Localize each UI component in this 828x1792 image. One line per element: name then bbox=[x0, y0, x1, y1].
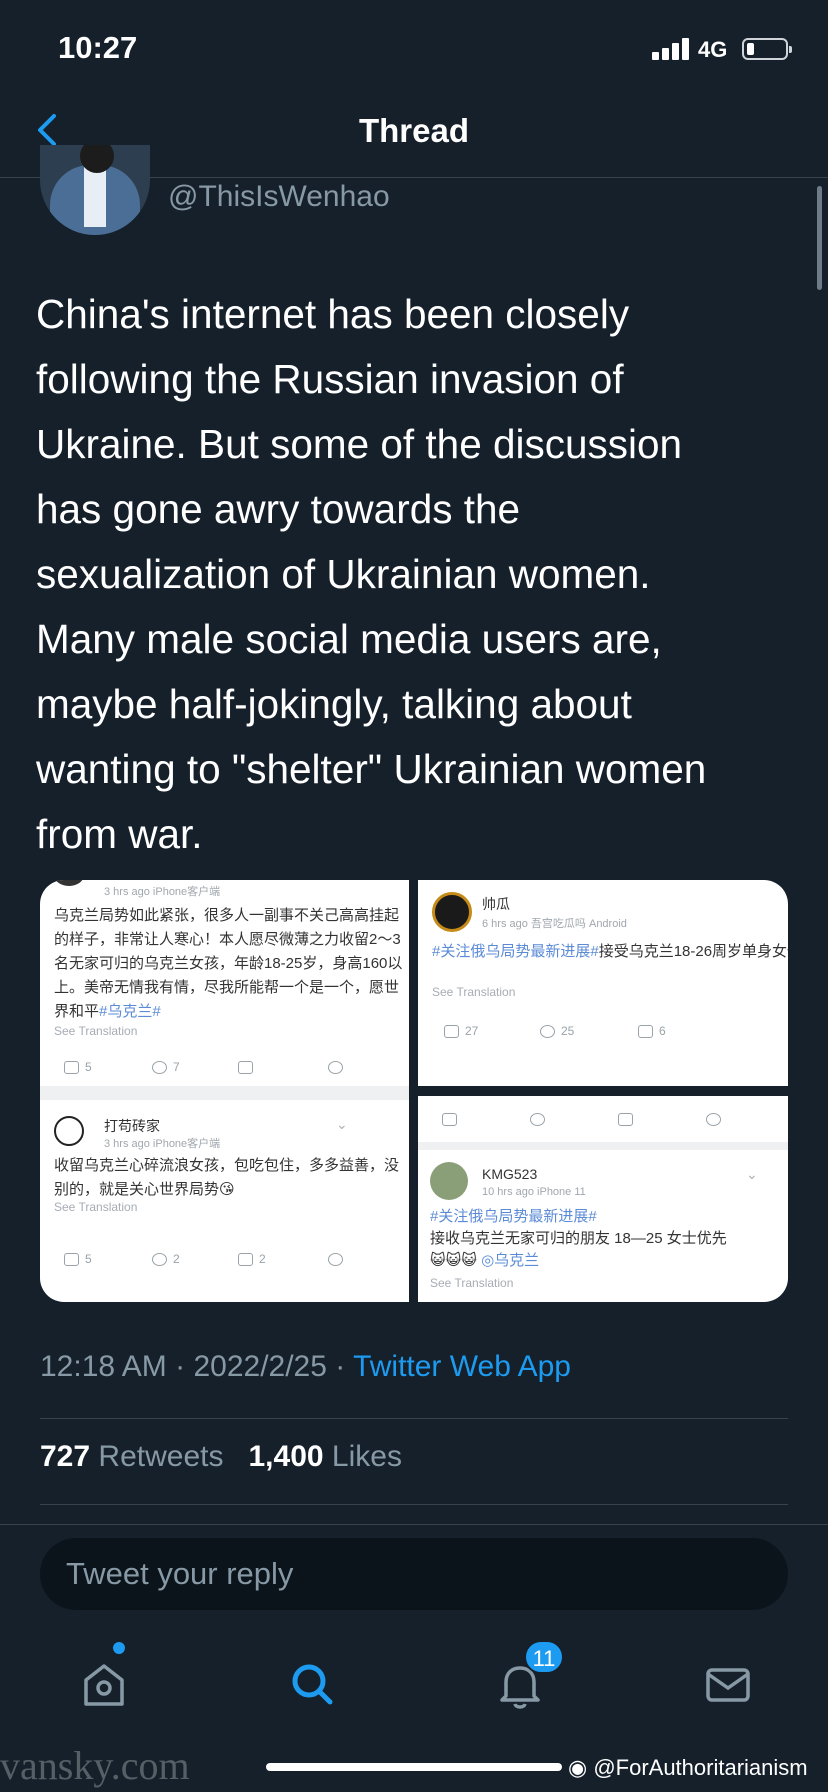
tab-home[interactable] bbox=[72, 1652, 136, 1716]
comment-icon bbox=[540, 1025, 555, 1039]
tab-search[interactable] bbox=[280, 1652, 344, 1716]
thumb-up-icon bbox=[64, 1253, 79, 1267]
watermark-right: ◉ @ForAuthoritarianism bbox=[568, 1755, 808, 1780]
divider bbox=[40, 1418, 788, 1419]
weibo-actions: 27 25 6 bbox=[418, 1024, 788, 1048]
share-icon bbox=[328, 1060, 349, 1075]
comment-count: 2 bbox=[152, 1252, 180, 1267]
author-handle[interactable]: @ThisIsWenhao bbox=[168, 180, 390, 214]
chevron-down-icon: ⌄ bbox=[336, 1116, 348, 1132]
media-image-2[interactable]: 帅瓜 6 hrs ago 吾宫吃瓜吗 Android #关注俄乌局势最新进展#接… bbox=[418, 880, 788, 1086]
tweet-time: 12:18 AM bbox=[40, 1350, 167, 1383]
weibo-username: KMG523 bbox=[482, 1166, 538, 1182]
like-count: 5 bbox=[64, 1060, 92, 1075]
like-count: 5 bbox=[64, 1252, 92, 1267]
weibo-avatar bbox=[430, 1162, 468, 1200]
comment-icon bbox=[530, 1112, 551, 1127]
likes-stat[interactable]: 1,400 Likes bbox=[248, 1440, 401, 1473]
media-image-3[interactable]: 打苟砖家 ⌄ 3 hrs ago iPhone客户端 收留乌克兰心碎流浪女孩，包… bbox=[40, 1100, 409, 1302]
weibo-avatar bbox=[54, 880, 84, 886]
thumb-up-icon bbox=[442, 1112, 463, 1127]
scrollbar[interactable] bbox=[817, 186, 822, 290]
tab-messages[interactable] bbox=[696, 1652, 760, 1716]
weibo-actions: 5 7 bbox=[40, 1060, 409, 1084]
tweet-media-grid[interactable]: 3 hrs ago iPhone客户端 乌克兰局势如此紧张，很多人一副事不关己高… bbox=[40, 880, 788, 1302]
tweet-text: China's internet has been closely follow… bbox=[36, 291, 707, 857]
signal-icon bbox=[652, 38, 692, 60]
reply-input[interactable]: Tweet your reply bbox=[40, 1538, 788, 1610]
share-icon bbox=[328, 1252, 349, 1267]
weibo-text: #关注俄乌局势最新进展#接受乌克兰18-26周岁单身女性 bbox=[432, 943, 788, 960]
weibo-meta: 10 hrs ago iPhone 11 bbox=[482, 1186, 586, 1198]
thumb-up-icon bbox=[444, 1025, 459, 1039]
like-count: 27 bbox=[444, 1024, 478, 1039]
weibo-username: 打苟砖家 bbox=[104, 1118, 160, 1134]
media-image-1[interactable]: 3 hrs ago iPhone客户端 乌克兰局势如此紧张，很多人一副事不关己高… bbox=[40, 880, 409, 1098]
home-icon bbox=[84, 1664, 124, 1706]
tweet-source-link[interactable]: Twitter Web App bbox=[353, 1350, 571, 1383]
weibo-avatar bbox=[432, 892, 472, 932]
meta-separator: · bbox=[335, 1350, 346, 1383]
status-bar: 10:27 4G bbox=[0, 0, 828, 98]
avatar[interactable] bbox=[40, 145, 150, 235]
comment-count: 7 bbox=[152, 1060, 180, 1075]
battery-icon bbox=[742, 38, 792, 60]
tweet-stats: 727 Retweets 1,400 Likes bbox=[40, 1440, 402, 1474]
weibo-username: 帅瓜 bbox=[482, 896, 510, 912]
watermark-left: vansky.com bbox=[0, 1743, 190, 1788]
see-translation: See Translation bbox=[430, 1276, 514, 1290]
weibo-meta: 3 hrs ago iPhone客户端 bbox=[104, 1138, 221, 1150]
home-new-indicator bbox=[113, 1642, 125, 1654]
repost-icon bbox=[238, 1253, 253, 1267]
divider bbox=[40, 1504, 788, 1505]
weibo-text: 收留乌克兰心碎流浪女孩，包吃包住，多多益善，没别的，就是关心世界局势😘 bbox=[54, 1157, 400, 1198]
repost-count: 6 bbox=[638, 1024, 666, 1039]
comment-count: 25 bbox=[540, 1024, 574, 1039]
divider bbox=[40, 1086, 409, 1100]
tweet-date: 2022/2/25 bbox=[193, 1350, 327, 1383]
mail-icon bbox=[706, 1668, 750, 1702]
panda-avatar bbox=[54, 1116, 84, 1146]
comment-icon bbox=[152, 1061, 167, 1075]
share-icon bbox=[706, 1112, 727, 1127]
tweet-meta: 12:18 AM · 2022/2/25 · Twitter Web App bbox=[40, 1350, 571, 1384]
weibo-text: #关注俄乌局势最新进展# 接收乌克兰无家可归的朋友 18—25 女士优先 😺😺😺… bbox=[430, 1208, 727, 1269]
network-type: 4G bbox=[698, 37, 728, 62]
status-time: 10:27 bbox=[58, 30, 138, 65]
weibo-actions bbox=[418, 1112, 788, 1136]
see-translation: See Translation bbox=[432, 985, 516, 999]
reply-placeholder: Tweet your reply bbox=[66, 1556, 294, 1591]
notifications-badge: 11 bbox=[524, 1640, 564, 1674]
repost-icon bbox=[238, 1060, 259, 1075]
meta-separator: · bbox=[175, 1350, 186, 1383]
weibo-meta: 6 hrs ago 吾宫吃瓜吗 Android bbox=[482, 918, 627, 930]
repost-count: 2 bbox=[238, 1252, 266, 1267]
see-translation: See Translation bbox=[54, 1200, 138, 1214]
search-icon bbox=[292, 1664, 333, 1705]
repost-icon bbox=[618, 1112, 639, 1127]
repost-icon bbox=[638, 1025, 653, 1039]
weibo-actions: 5 2 2 bbox=[40, 1252, 409, 1276]
weibo-icon: ◉ bbox=[568, 1755, 594, 1780]
weibo-meta: 3 hrs ago iPhone客户端 bbox=[104, 886, 221, 898]
thumb-up-icon bbox=[64, 1061, 79, 1075]
divider bbox=[418, 1142, 788, 1150]
weibo-text: 乌克兰局势如此紧张，很多人一副事不关己高高挂起的样子，非常让人寒心！本人愿尽微薄… bbox=[54, 907, 403, 1020]
media-image-4[interactable]: KMG523 ⌄ 10 hrs ago iPhone 11 #关注俄乌局势最新进… bbox=[418, 1096, 788, 1302]
home-indicator[interactable] bbox=[266, 1763, 562, 1771]
chevron-down-icon: ⌄ bbox=[746, 1166, 758, 1182]
see-translation: See Translation bbox=[54, 1024, 138, 1038]
comment-icon bbox=[152, 1253, 167, 1267]
retweets-stat[interactable]: 727 Retweets bbox=[40, 1440, 223, 1473]
